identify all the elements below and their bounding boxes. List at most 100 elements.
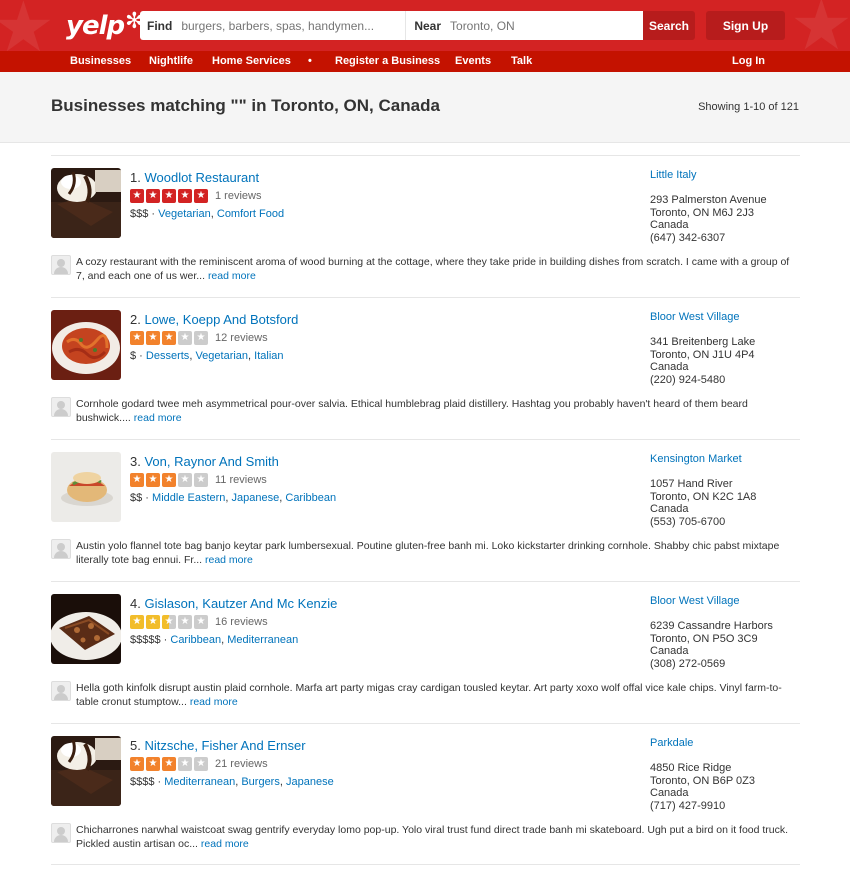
star-icon: ★ bbox=[146, 331, 160, 345]
star-icon: ★ bbox=[130, 615, 144, 629]
business-photo[interactable] bbox=[51, 736, 121, 806]
rating-stars: ★ ★ ★ ★ ★ bbox=[130, 757, 210, 771]
neighborhood-link[interactable]: Parkdale bbox=[650, 737, 693, 749]
category-link[interactable]: Burgers bbox=[241, 776, 280, 788]
review-count: 21 reviews bbox=[215, 758, 268, 770]
address-line: 6239 Cassandre Harbors bbox=[650, 620, 773, 632]
results-list: 1. Woodlot Restaurant ★ ★ ★ ★ ★ 1 reviews $$$ ·… bbox=[51, 155, 800, 865]
snippet-text: Chicharrones narwhal waistcoat swag gent… bbox=[76, 824, 789, 850]
nav-home-services[interactable]: Home Services bbox=[212, 51, 291, 72]
review-snippet: Austin yolo flannel tote bag banjo keyta… bbox=[76, 539, 800, 567]
price-categories: $$$$ · Mediterranean, Burgers, Japanese bbox=[130, 776, 334, 788]
address-line: Canada bbox=[650, 219, 689, 231]
business-name-link[interactable]: Lowe, Koepp And Botsford bbox=[144, 312, 298, 327]
category-link[interactable]: Mediterranean bbox=[227, 634, 298, 646]
star-icon: ★ bbox=[146, 757, 160, 771]
star-icon: ★ bbox=[146, 473, 160, 487]
category-link[interactable]: Middle Eastern bbox=[152, 492, 225, 504]
nav-businesses[interactable]: Businesses bbox=[70, 51, 131, 72]
main-nav: Businesses Nightlife Home Services • Reg… bbox=[0, 51, 850, 72]
result-item: 5. Nitzsche, Fisher And Ernser ★ ★ ★ ★ ★ 21 re… bbox=[51, 723, 800, 865]
neighborhood-link[interactable]: Bloor West Village bbox=[650, 311, 739, 323]
read-more-link[interactable]: read more bbox=[134, 412, 182, 424]
review-count: 12 reviews bbox=[215, 332, 268, 344]
star-icon: ★ bbox=[130, 757, 144, 771]
neighborhood-link[interactable]: Kensington Market bbox=[650, 453, 742, 465]
star-icon: ★ bbox=[194, 473, 208, 487]
star-icon: ★ bbox=[162, 615, 176, 629]
business-name-link[interactable]: Von, Raynor And Smith bbox=[144, 454, 278, 469]
find-input[interactable] bbox=[181, 15, 402, 36]
neighborhood-link[interactable]: Bloor West Village bbox=[650, 595, 739, 607]
business-address: 341 Breitenberg Lake Toronto, ON J1U 4P4 C… bbox=[650, 336, 755, 386]
snippet-text: Hella goth kinfolk disrupt austin plaid … bbox=[76, 682, 782, 708]
address-line: (553) 705-6700 bbox=[650, 515, 726, 528]
nav-register-business[interactable]: Register a Business bbox=[335, 51, 440, 72]
star-icon: ★ bbox=[146, 615, 160, 629]
rating-stars: ★ ★ ★ ★ ★ bbox=[130, 473, 210, 487]
category-link[interactable]: Italian bbox=[254, 350, 283, 362]
star-icon: ★ bbox=[194, 615, 208, 629]
search-divider bbox=[405, 11, 407, 40]
read-more-link[interactable]: read more bbox=[205, 554, 253, 566]
business-title: 1. Woodlot Restaurant bbox=[130, 170, 259, 185]
results-header: Businesses matching "" in Toronto, ON, C… bbox=[0, 72, 850, 143]
category-link[interactable]: Caribbean bbox=[285, 492, 336, 504]
page-title: Businesses matching "" in Toronto, ON, C… bbox=[51, 96, 440, 115]
category-link[interactable]: Japanese bbox=[232, 492, 280, 504]
business-name-link[interactable]: Gislason, Kautzer And Mc Kenzie bbox=[144, 596, 337, 611]
rating-stars: ★ ★ ★ ★ ★ bbox=[130, 615, 210, 629]
business-address: 6239 Cassandre Harbors Toronto, ON P5O 3C… bbox=[650, 620, 773, 670]
business-title: 2. Lowe, Koepp And Botsford bbox=[130, 312, 298, 327]
address-line: Canada bbox=[650, 361, 689, 373]
address-line: (647) 342-6307 bbox=[650, 231, 726, 244]
nav-nightlife[interactable]: Nightlife bbox=[149, 51, 193, 72]
neighborhood-link[interactable]: Little Italy bbox=[650, 169, 696, 181]
price-categories: $$ · Middle Eastern, Japanese, Caribbean bbox=[130, 492, 337, 504]
log-in-link[interactable]: Log In bbox=[732, 51, 765, 72]
review-snippet: Chicharrones narwhal waistcoat swag gent… bbox=[76, 823, 800, 851]
yelp-logo[interactable]: yelp ✻ bbox=[66, 8, 144, 43]
category-link[interactable]: Japanese bbox=[286, 776, 334, 788]
user-avatar-icon bbox=[51, 823, 71, 843]
result-index: 5. bbox=[130, 738, 141, 753]
sign-up-button[interactable]: Sign Up bbox=[706, 11, 785, 40]
address-line: (308) 272-0569 bbox=[650, 657, 726, 670]
category-link[interactable]: Comfort Food bbox=[217, 208, 284, 220]
star-icon: ★ bbox=[178, 189, 192, 203]
address-line: Toronto, ON B6P 0Z3 bbox=[650, 774, 755, 787]
category-link[interactable]: Vegetarian bbox=[158, 208, 211, 220]
price-range: $$ bbox=[130, 492, 143, 504]
business-name-link[interactable]: Woodlot Restaurant bbox=[144, 170, 259, 185]
business-photo[interactable] bbox=[51, 594, 121, 664]
category-link[interactable]: Vegetarian bbox=[195, 350, 248, 362]
review-snippet: A cozy restaurant with the reminiscent a… bbox=[76, 255, 800, 283]
business-photo[interactable] bbox=[51, 452, 121, 522]
nav-separator: • bbox=[308, 55, 312, 67]
price-categories: $$$$$ · Caribbean, Mediterranean bbox=[130, 634, 299, 646]
category-link[interactable]: Caribbean bbox=[170, 634, 221, 646]
business-name-link[interactable]: Nitzsche, Fisher And Ernser bbox=[144, 738, 305, 753]
price-range: $ bbox=[130, 350, 137, 362]
category-link[interactable]: Mediterranean bbox=[164, 776, 235, 788]
near-input[interactable] bbox=[450, 15, 631, 36]
result-item: 3. Von, Raynor And Smith ★ ★ ★ ★ ★ 11 reviews $… bbox=[51, 439, 800, 581]
business-title: 3. Von, Raynor And Smith bbox=[130, 454, 279, 469]
result-index: 1. bbox=[130, 170, 141, 185]
read-more-link[interactable]: read more bbox=[201, 838, 249, 850]
user-avatar-icon bbox=[51, 255, 71, 275]
category-link[interactable]: Desserts bbox=[146, 350, 189, 362]
business-photo[interactable] bbox=[51, 310, 121, 380]
business-title: 5. Nitzsche, Fisher And Ernser bbox=[130, 738, 306, 753]
business-photo[interactable] bbox=[51, 168, 121, 238]
address-line: Canada bbox=[650, 787, 689, 799]
read-more-link[interactable]: read more bbox=[190, 696, 238, 708]
snippet-text: Austin yolo flannel tote bag banjo keyta… bbox=[76, 540, 780, 566]
nav-events[interactable]: Events bbox=[455, 51, 491, 72]
price-range: $$$$ bbox=[130, 776, 155, 788]
read-more-link[interactable]: read more bbox=[208, 270, 256, 282]
nav-talk[interactable]: Talk bbox=[511, 51, 532, 72]
search-button[interactable]: Search bbox=[643, 11, 695, 40]
star-icon: ★ bbox=[178, 331, 192, 345]
price-range: $$$ bbox=[130, 208, 149, 220]
